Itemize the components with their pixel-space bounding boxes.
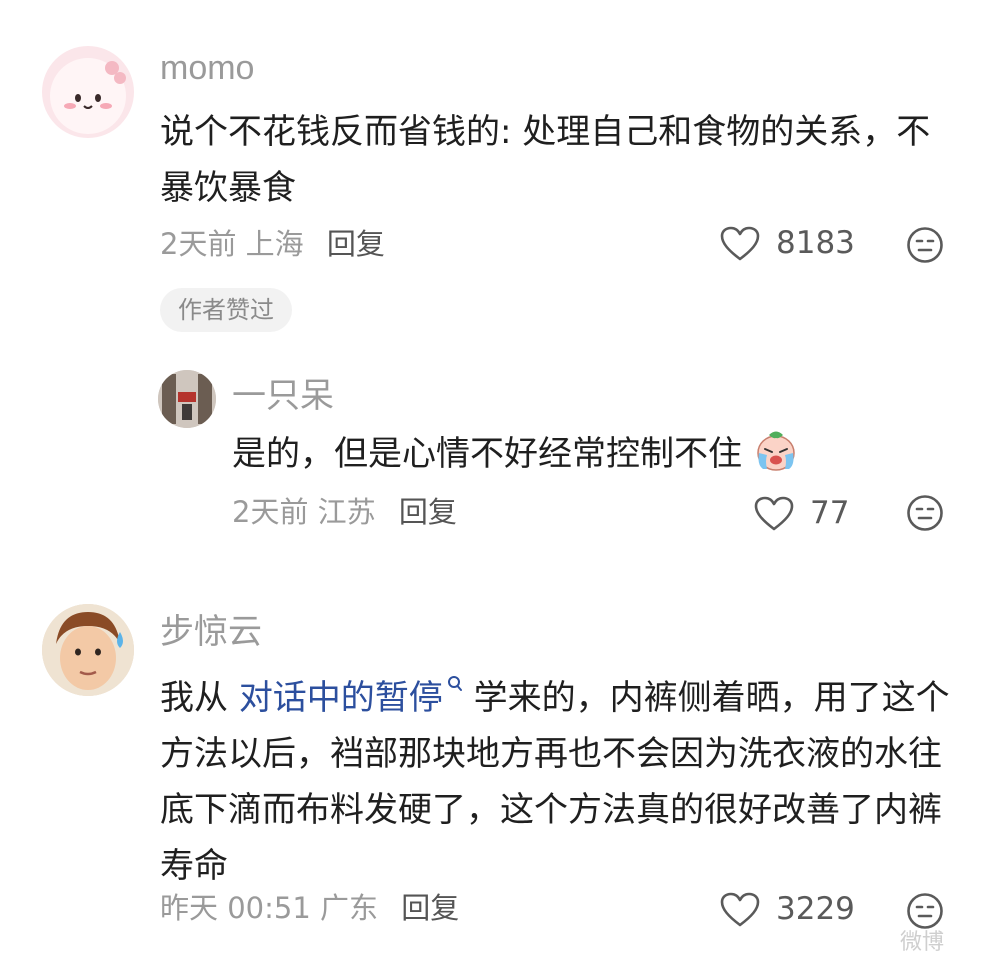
like-button[interactable]: 3229 bbox=[720, 890, 855, 930]
reply-text: 是的，但是心情不好经常控制不住 bbox=[232, 434, 742, 474]
avatar-momo[interactable] bbox=[42, 46, 134, 138]
topic-link-label[interactable]: 对话中的暂停 bbox=[239, 678, 443, 718]
heart-outline-icon bbox=[720, 892, 760, 928]
topic-link[interactable]: 对话中的暂停 bbox=[239, 675, 463, 718]
search-icon bbox=[447, 675, 463, 693]
crying-emoji-icon bbox=[753, 429, 799, 473]
reply-button[interactable]: 回复 bbox=[399, 495, 457, 529]
reply-meta: 2天前 江苏 回复 bbox=[232, 494, 457, 530]
neutral-face-icon[interactable] bbox=[906, 226, 944, 264]
reply-button[interactable]: 回复 bbox=[327, 227, 385, 261]
comment-time: 昨天 00:51 bbox=[160, 891, 311, 925]
comment-location: 上海 bbox=[245, 227, 304, 261]
comment-author[interactable]: momo bbox=[160, 48, 254, 88]
reply-time: 2天前 bbox=[232, 495, 309, 529]
comment-author[interactable]: 步惊云 bbox=[160, 612, 262, 652]
like-count: 3229 bbox=[776, 891, 855, 927]
reply-text-row: 是的，但是心情不好经常控制不住 bbox=[232, 426, 799, 482]
reply-location: 江苏 bbox=[317, 495, 376, 529]
like-count: 8183 bbox=[776, 225, 855, 261]
author-liked-badge: 作者赞过 bbox=[160, 288, 292, 332]
like-count: 77 bbox=[810, 495, 850, 531]
comment-meta: 昨天 00:51 广东 回复 bbox=[160, 890, 459, 926]
comment-text: 说个不花钱反而省钱的: 处理自己和食物的关系，不暴饮暴食 bbox=[160, 112, 931, 208]
like-button[interactable]: 8183 bbox=[720, 224, 855, 264]
reply-author[interactable]: 一只呆 bbox=[232, 376, 334, 416]
comment-time: 2天前 bbox=[160, 227, 237, 261]
avatar-bujingyun[interactable] bbox=[42, 604, 134, 696]
like-button[interactable]: 77 bbox=[754, 494, 854, 534]
heart-outline-icon bbox=[720, 226, 760, 262]
heart-outline-icon bbox=[754, 496, 794, 532]
comment-meta: 2天前 上海 回复 bbox=[160, 226, 385, 262]
watermark: 微博 bbox=[900, 930, 945, 955]
avatar-yizhidai[interactable] bbox=[158, 370, 216, 428]
comment-text: 我从 对话中的暂停 学来的，内裤侧着晒，用了这个方法以后，裆部那块地方再也不会因… bbox=[160, 670, 950, 894]
neutral-face-icon[interactable] bbox=[906, 494, 944, 532]
reply-button[interactable]: 回复 bbox=[401, 891, 459, 925]
comment-text-start: 我从 bbox=[160, 678, 239, 718]
comment-location: 广东 bbox=[320, 891, 379, 925]
